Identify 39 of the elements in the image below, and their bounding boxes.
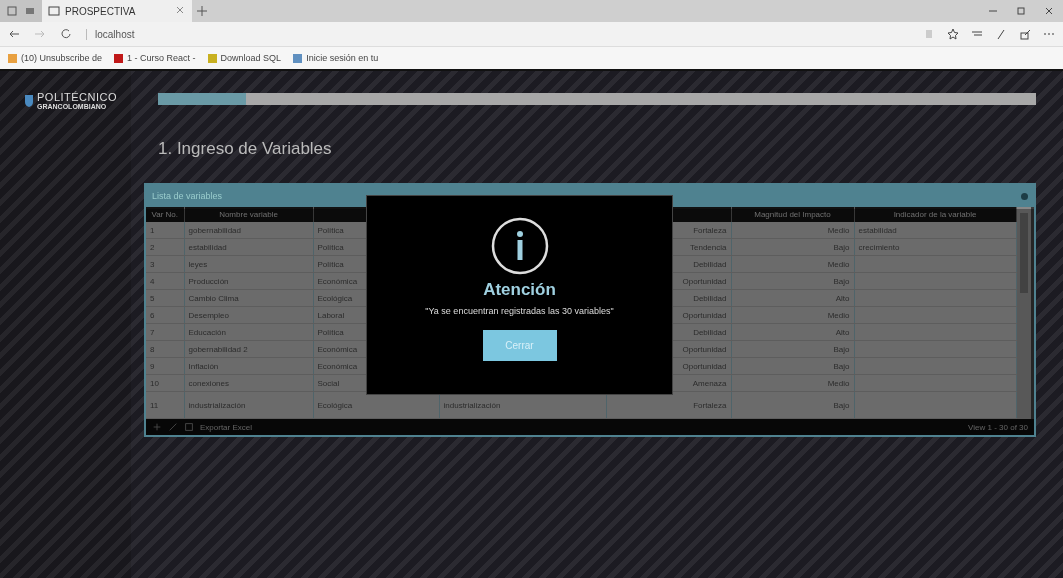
forward-icon[interactable] xyxy=(34,28,46,40)
pen-icon[interactable] xyxy=(995,28,1007,40)
export-icon[interactable] xyxy=(184,421,194,433)
add-icon[interactable] xyxy=(152,421,162,433)
pager-text: View 1 - 30 of 30 xyxy=(968,422,1028,432)
bookmark-link[interactable]: Download SQL xyxy=(220,53,282,63)
logo-text: POLITÉCNICO xyxy=(37,91,118,103)
column-header[interactable]: Magnitud del Impacto xyxy=(731,207,854,222)
column-header[interactable]: Var No. xyxy=(146,207,184,222)
table-cell: Amenaza xyxy=(692,378,727,388)
close-icon[interactable] xyxy=(174,4,186,16)
bookmark-link[interactable]: (10) Unsubscribe de xyxy=(21,53,103,63)
dialog-title: Atención xyxy=(483,280,556,300)
browser-tab[interactable]: PROSPECTIVA xyxy=(42,0,192,22)
bookmark-link[interactable]: Inicie sesión en tu xyxy=(306,53,379,63)
address-field[interactable]: localhost xyxy=(86,28,135,40)
table-cell: Alto xyxy=(835,293,850,303)
close-icon[interactable] xyxy=(1043,5,1055,17)
back-icon[interactable] xyxy=(8,28,20,40)
shield-icon xyxy=(24,93,34,108)
column-header[interactable]: Indicador de la variable xyxy=(854,207,1016,222)
table-cell: Alto xyxy=(835,327,850,337)
collapse-icon[interactable] xyxy=(1021,192,1028,200)
info-icon xyxy=(489,216,550,276)
edit-icon[interactable] xyxy=(168,421,178,433)
page-heading: 1. Ingreso de Variables xyxy=(158,139,333,159)
share-icon[interactable] xyxy=(1019,28,1031,40)
column-header[interactable]: Nombre variable xyxy=(184,207,313,222)
tabs-icon[interactable] xyxy=(6,5,18,17)
refresh-icon[interactable] xyxy=(60,28,72,40)
export-link[interactable]: Exportar Excel xyxy=(200,422,253,432)
reading-view-icon[interactable] xyxy=(923,28,935,40)
maximize-icon[interactable] xyxy=(1015,5,1027,17)
tabs-aside-icon[interactable] xyxy=(24,5,36,17)
favorite-icon[interactable] xyxy=(947,28,959,40)
bookmark-link[interactable]: 1 - Curso React - xyxy=(127,53,196,63)
grid-title: Lista de variables xyxy=(152,191,223,201)
page-icon[interactable] xyxy=(48,5,60,17)
dialog-message: "Ya se encuentran registradas las 30 variables" xyxy=(425,306,614,316)
